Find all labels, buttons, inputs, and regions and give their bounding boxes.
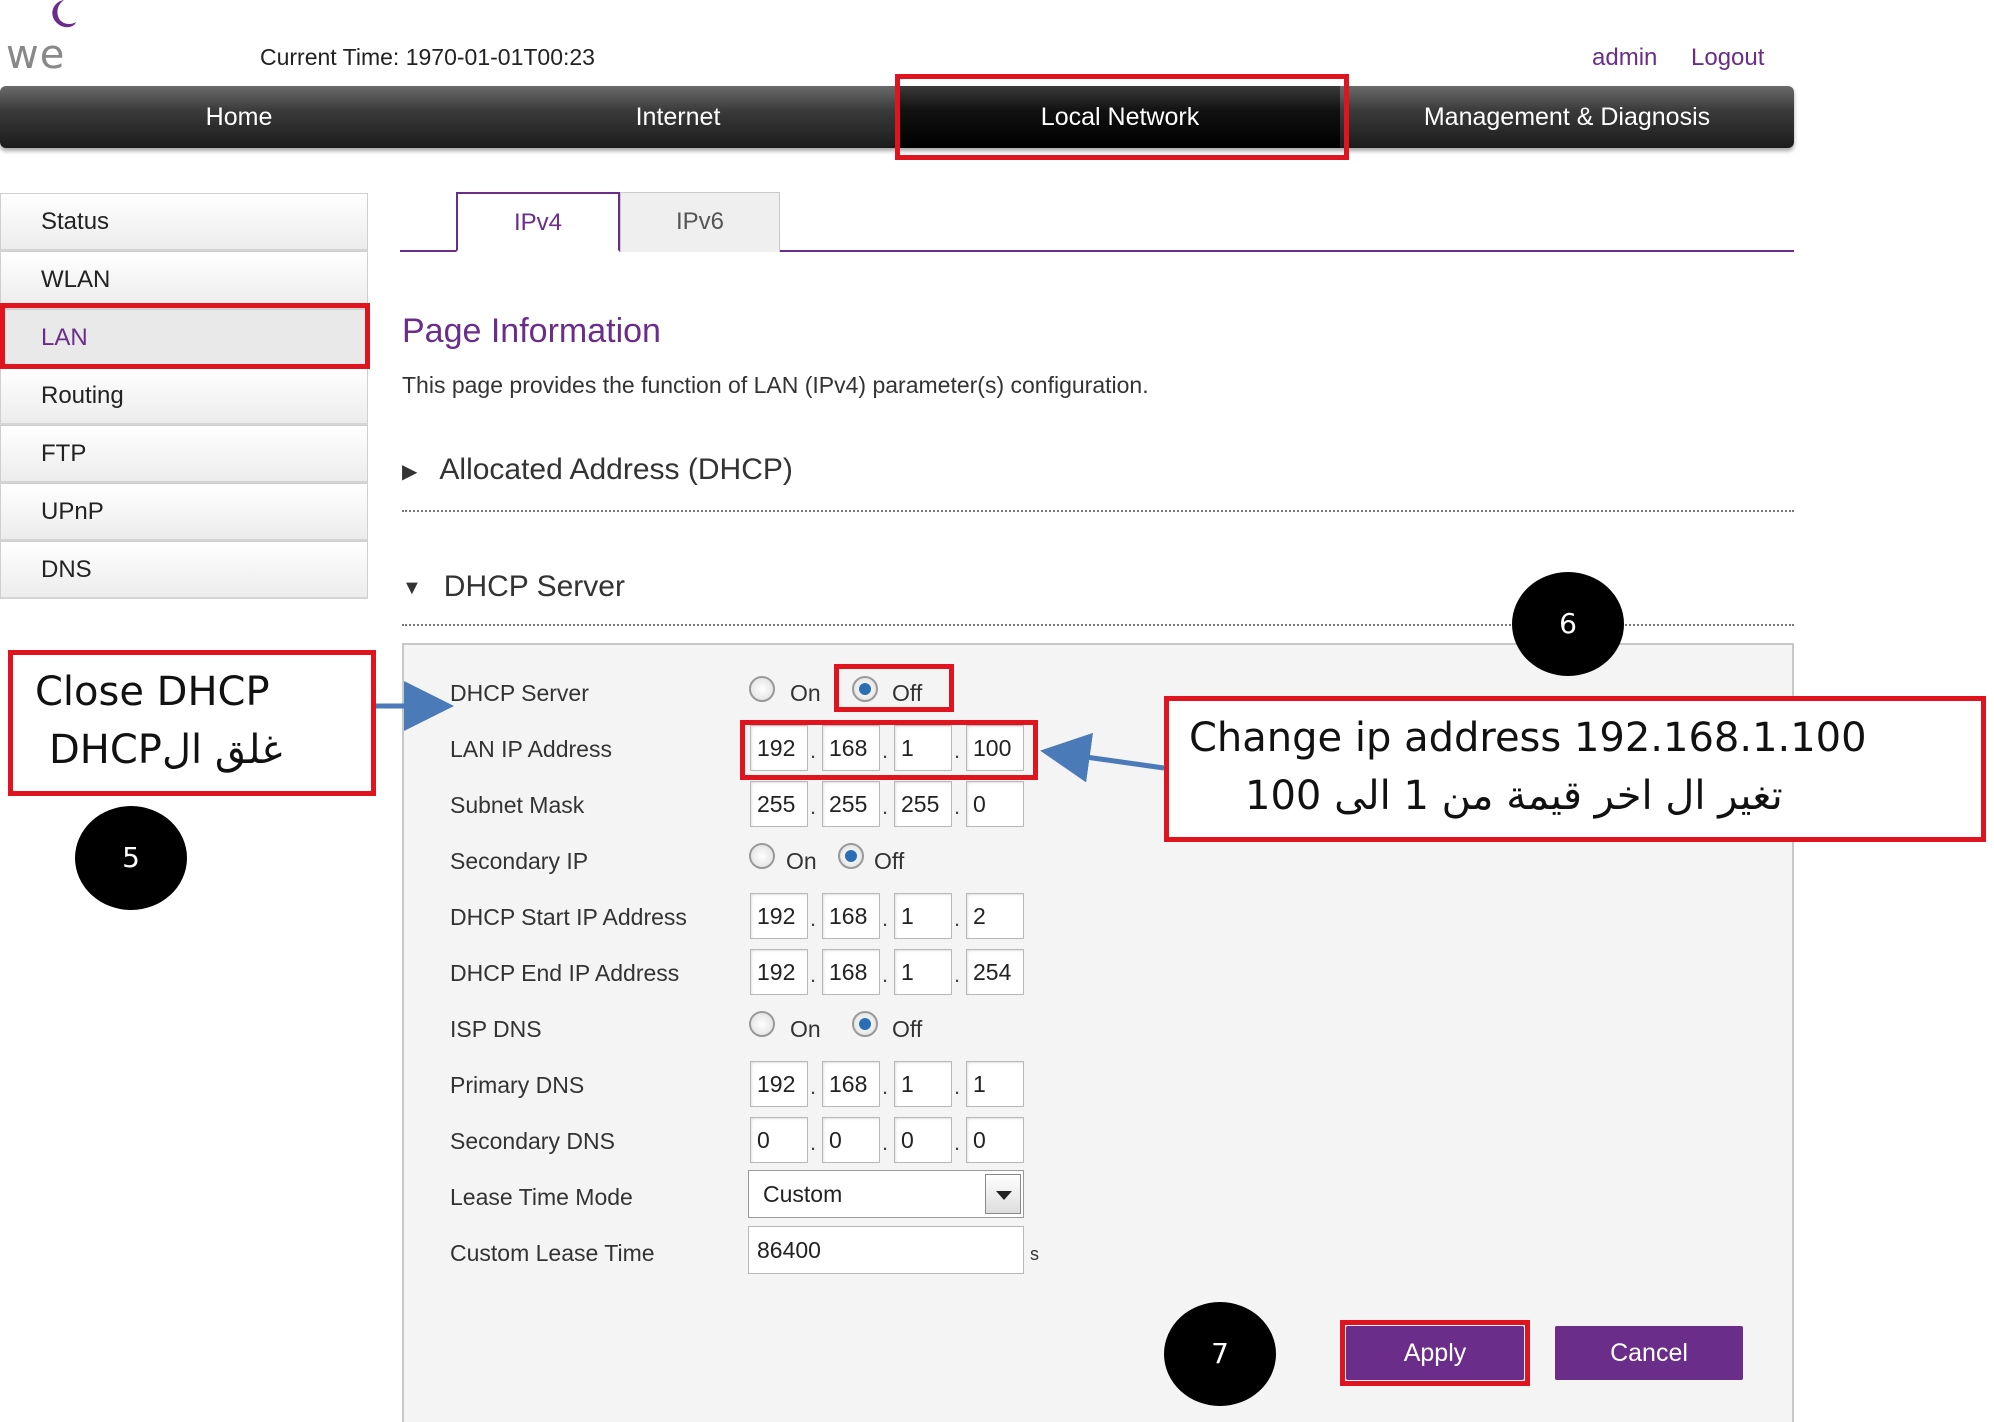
annotation-arrows — [376, 681, 1165, 783]
step-7-badge: 7 — [1164, 1302, 1276, 1406]
step-6-badge: 6 — [1512, 572, 1624, 676]
step-5-badge: 5 — [75, 806, 187, 910]
arrow-icon — [1040, 732, 1165, 783]
